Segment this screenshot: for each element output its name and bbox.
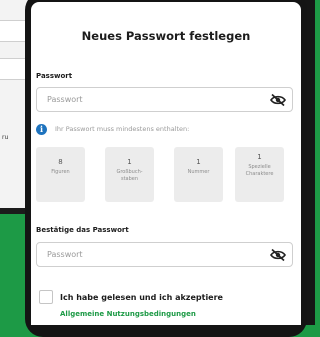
- requirement-text: Spezielle Charaktere: [245, 164, 274, 177]
- terms-checkbox[interactable]: [39, 290, 53, 304]
- terms-checkbox-label: Ich habe gelesen und ich akzeptiere: [60, 293, 223, 302]
- terms-acceptance: Ich habe gelesen und ich akzeptiere Allg…: [39, 290, 297, 325]
- info-icon: i: [36, 124, 47, 135]
- requirement-uppercase: 1 Großbuch- staben: [105, 147, 154, 202]
- requirement-min-length: 8 Figuren: [36, 147, 85, 202]
- eye-off-icon[interactable]: [270, 93, 286, 107]
- password-field[interactable]: Passwort: [36, 87, 293, 112]
- terms-link[interactable]: Allgemeine Nutzungsbedingungen: [60, 310, 196, 318]
- requirement-count: 1: [257, 153, 262, 161]
- password-screen: Neues Passwort festlegen Passwort Passwo…: [31, 2, 301, 325]
- requirement-count: 8: [58, 158, 63, 166]
- requirement-text: Nummer: [187, 169, 210, 175]
- requirement-text: Figuren: [51, 169, 70, 175]
- password-label: Passwort: [36, 72, 73, 80]
- password-requirements-info: i Ihr Passwort muss mindestens enthalten…: [36, 123, 296, 137]
- requirement-count: 1: [127, 158, 132, 166]
- requirement-special-character: 1 Spezielle Charaktere: [235, 147, 284, 202]
- password-placeholder: Passwort: [47, 95, 83, 104]
- requirement-number: 1 Nummer: [174, 147, 223, 202]
- requirement-text: Großbuch- staben: [116, 169, 143, 182]
- confirm-password-field[interactable]: Passwort: [36, 242, 293, 267]
- requirement-count: 1: [196, 158, 201, 166]
- confirm-password-placeholder: Passwort: [47, 250, 83, 259]
- requirements-intro: Ihr Passwort muss mindestens enthalten:: [55, 125, 190, 133]
- background-partial-text: ru: [2, 134, 9, 141]
- page-title: Neues Passwort festlegen: [81, 29, 251, 43]
- eye-off-icon[interactable]: [270, 248, 286, 262]
- confirm-password-label: Bestätige das Passwort: [36, 226, 129, 234]
